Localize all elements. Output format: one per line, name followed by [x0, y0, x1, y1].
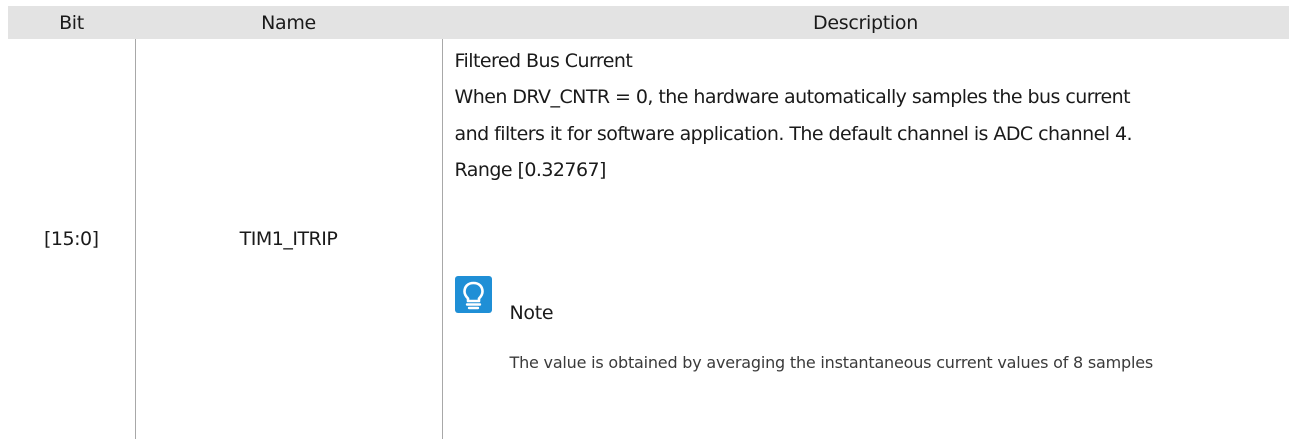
cell-name: TIM1_ITRIP	[135, 39, 443, 439]
lightbulb-icon	[454, 276, 492, 313]
table-header-row: Bit Name Description	[8, 6, 1289, 39]
header-name: Name	[135, 6, 442, 39]
note-label: Note	[509, 302, 554, 324]
cell-description: Filtered Bus Current When DRV_CNTR = 0, …	[442, 39, 1289, 439]
register-table: Bit Name Description [15:0] TIM1_ITRIP F…	[8, 6, 1289, 439]
cell-bit: [15:0]	[8, 39, 136, 439]
header-description: Description	[442, 6, 1289, 39]
description-line-3: Range [0.32767]	[454, 159, 607, 181]
description-line-1: When DRV_CNTR = 0, the hardware automati…	[454, 86, 1131, 108]
table-row: [15:0] TIM1_ITRIP Filtered Bus Current W…	[8, 39, 1289, 439]
description-line-2: and filters it for software application.…	[454, 123, 1133, 145]
note-text: The value is obtained by averaging the i…	[509, 353, 1154, 372]
description-title: Filtered Bus Current	[454, 50, 633, 72]
header-bit: Bit	[8, 6, 135, 39]
